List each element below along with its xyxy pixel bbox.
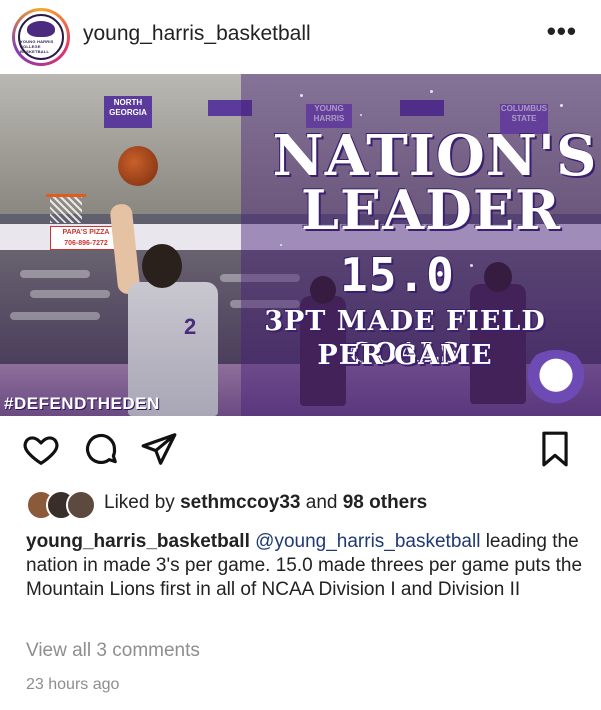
team-logo-icon: YOUNG HARRIS COLLEGE BASKETBALL [18, 14, 64, 60]
liker-avatar [66, 490, 96, 520]
action-bar [0, 416, 601, 480]
stat-label-line2: PER GAME [317, 340, 493, 371]
liker-username[interactable]: sethmccoy33 [180, 492, 300, 513]
mountain-lion-logo-icon [521, 350, 591, 406]
post-caption: young_harris_basketball @young_harris_ba… [26, 530, 586, 602]
more-options-icon[interactable]: ••• [547, 16, 577, 47]
view-comments-link[interactable]: View all 3 comments [26, 640, 200, 662]
caption-username[interactable]: young_harris_basketball [26, 531, 250, 552]
post-timestamp: 23 hours ago [26, 676, 120, 693]
stat-value: 15.0 [340, 248, 455, 302]
shooter-player: 2 [109, 174, 222, 416]
heart-icon[interactable] [22, 430, 60, 468]
headline-line2: LEADER [301, 178, 561, 242]
likes-text: Liked by sethmccoy33 and 98 others [104, 492, 428, 513]
hashtag-text: #DEFENDTHEDEN [4, 394, 160, 413]
likes-others-link[interactable]: 98 others [343, 492, 427, 513]
post-image[interactable]: NORTH GEORGIA YOUNG HARRIS COLUMBUS STAT… [0, 74, 601, 416]
caption-mention[interactable]: @young_harris_basketball [255, 531, 480, 552]
send-icon[interactable] [140, 430, 178, 468]
comment-icon[interactable] [82, 430, 120, 468]
username-link[interactable]: young_harris_basketball [83, 22, 311, 46]
post-header: YOUNG HARRIS COLLEGE BASKETBALL young_ha… [0, 0, 601, 74]
likes-row[interactable]: Liked by sethmccoy33 and 98 others [0, 486, 601, 520]
headline-line1: NATION'S [272, 123, 598, 189]
banner-north-georgia: NORTH GEORGIA [104, 96, 152, 128]
avatar[interactable]: YOUNG HARRIS COLLEGE BASKETBALL [12, 8, 70, 66]
bookmark-icon[interactable] [536, 430, 574, 468]
